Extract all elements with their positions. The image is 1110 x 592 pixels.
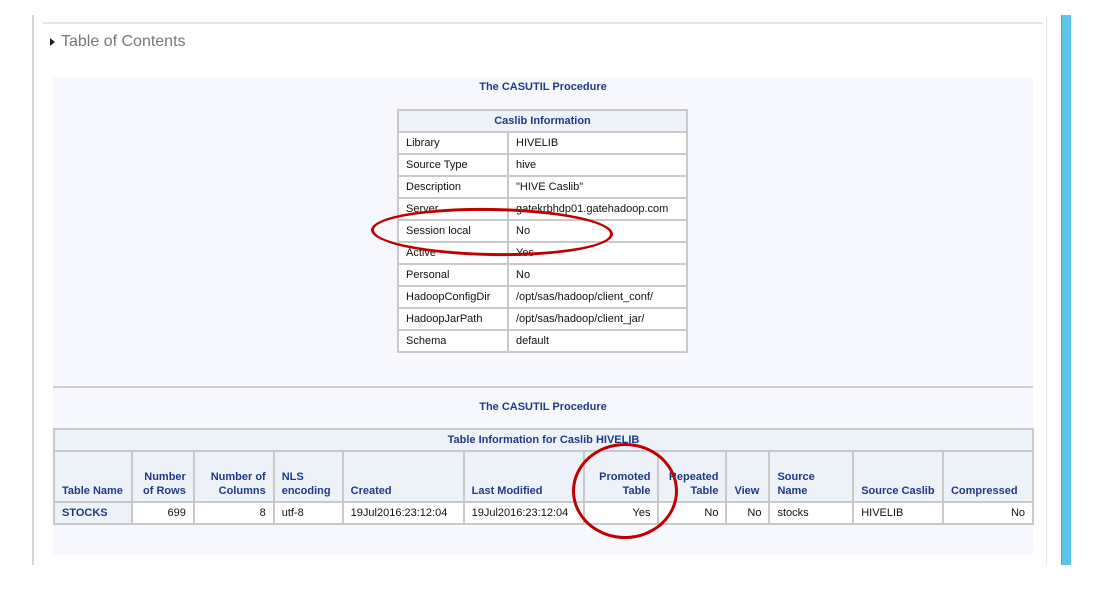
caslib-information-table: Caslib Information Library HIVELIB Source …	[397, 109, 688, 353]
row-value: "HIVE Caslib"	[507, 175, 688, 199]
table-cell: Yes	[582, 501, 660, 525]
table-row: Server gatekrbhdp01.gatehadoop.com	[397, 197, 688, 221]
table-caption: Table Information for Caslib HIVELIB	[53, 428, 1034, 452]
row-label: Library	[397, 131, 509, 155]
row-label: HadoopConfigDir	[397, 285, 509, 309]
top-divider	[43, 22, 1043, 24]
column-header: View	[725, 450, 771, 503]
left-border	[32, 15, 34, 565]
table-cell: 699	[130, 501, 195, 525]
row-value: hive	[507, 153, 688, 177]
table-row: Active Yes	[397, 241, 688, 265]
row-label: Active	[397, 241, 509, 265]
table-cell: 19Jul2016:23:12:04	[341, 501, 465, 525]
column-header: Compressed	[941, 450, 1035, 503]
row-value: No	[507, 219, 688, 243]
table-information-table: Table Information for Caslib HIVELIB Tab…	[53, 428, 1035, 525]
table-row: Source Type hive	[397, 153, 688, 177]
column-header: Number of Columns	[192, 450, 275, 503]
column-header: Repeated Table	[657, 450, 728, 503]
table-row: STOCKS 699 8 utf-8 19Jul2016:23:12:04 19Jul20…	[53, 501, 1035, 525]
table-cell: stocks	[768, 501, 855, 525]
caret-right-icon	[50, 38, 55, 46]
table-row: Session local No	[397, 219, 688, 243]
table-cell: No	[657, 501, 728, 525]
table-row: Schema default	[397, 329, 688, 353]
row-value: gatekrbhdp01.gatehadoop.com	[507, 197, 688, 221]
table-cell: No	[941, 501, 1035, 525]
row-label: Schema	[397, 329, 509, 353]
row-label: Server	[397, 197, 509, 221]
table-cell: HIVELIB	[852, 501, 944, 525]
procedure-title: The CASUTIL Procedure	[479, 401, 607, 413]
toc-label: Table of Contents	[61, 33, 186, 50]
row-header: STOCKS	[53, 501, 133, 525]
table-cell: 8	[192, 501, 275, 525]
table-row: Library HIVELIB	[397, 131, 688, 155]
row-label: HadoopJarPath	[397, 307, 509, 331]
table-cell: No	[725, 501, 771, 525]
row-value: /opt/sas/hadoop/client_conf/	[507, 285, 688, 309]
row-value: HIVELIB	[507, 131, 688, 155]
column-header: Source Caslib	[852, 450, 944, 503]
column-header: NLS encoding	[272, 450, 344, 503]
table-cell: 19Jul2016:23:12:04	[462, 501, 585, 525]
column-header: Number of Rows	[130, 450, 195, 503]
row-value: /opt/sas/hadoop/client_jar/	[507, 307, 688, 331]
row-value: No	[507, 263, 688, 287]
table-row: HadoopJarPath/opt/sas/hadoop/client_jar/	[397, 307, 688, 331]
row-label: Source Type	[397, 153, 509, 177]
row-label: Session local	[397, 219, 509, 243]
scrollbar[interactable]	[1061, 15, 1071, 565]
table-caption: Caslib Information	[397, 109, 688, 133]
row-label: Personal	[397, 263, 509, 287]
row-value: default	[507, 329, 688, 353]
column-header: Last Modified	[462, 450, 585, 503]
table-row: HadoopConfigDir/opt/sas/hadoop/client_co…	[397, 285, 688, 309]
column-header: Created	[341, 450, 465, 503]
table-cell: utf-8	[272, 501, 344, 525]
column-header: Source Name	[768, 450, 855, 503]
scroll-track	[1046, 15, 1061, 565]
row-value: Yes	[507, 241, 688, 265]
column-header: Promoted Table	[582, 450, 660, 503]
section-divider	[53, 386, 1033, 388]
procedure-title: The CASUTIL Procedure	[479, 81, 607, 93]
table-of-contents-toggle[interactable]: Table of Contents	[50, 33, 186, 51]
row-label: Description	[397, 175, 509, 199]
table-row: Description "HIVE Caslib"	[397, 175, 688, 199]
table-row: Personal No	[397, 263, 688, 287]
column-header: Table Name	[53, 450, 133, 503]
